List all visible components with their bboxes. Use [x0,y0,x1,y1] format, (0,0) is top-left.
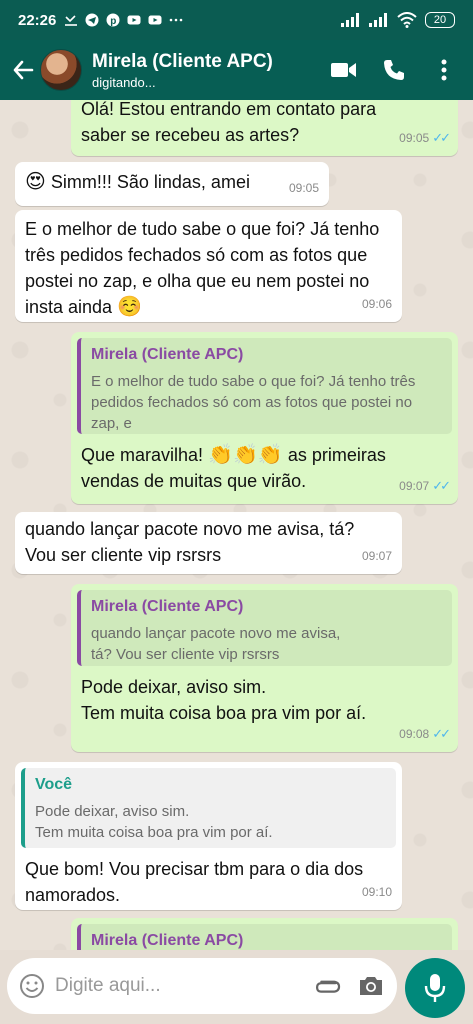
contact-info[interactable]: Mirela (Cliente APC) digitando... [92,51,273,90]
message-time: 09:06 [361,297,392,311]
double-check-icon: ✓✓ [432,726,451,741]
message-text: Que maravilha! [81,445,204,465]
quote-text-line-1: Pode deixar, aviso sim. [35,803,190,820]
contact-status: digitando... [92,74,156,90]
message-time: 09:05 ✓✓ [399,125,451,151]
message-text: Olá! Estou entrando em contato para sabe… [81,100,377,145]
video-call-icon[interactable] [331,57,357,83]
chat-header: Mirela (Cliente APC) digitando... [0,40,473,100]
mic-button[interactable] [405,958,465,1018]
message-time: 09:10 [361,885,392,899]
quote-text: E o melhor de tudo sabe o que foi? Já te… [91,373,416,432]
status-notification-icons: p [64,13,183,27]
signal-icon [341,13,359,27]
quoted-message[interactable]: Você Pode deixar, aviso sim. Tem muita c… [21,768,396,848]
quoted-message[interactable]: Mirela (Cliente APC) E o melhor de tudo … [77,338,452,434]
youtube-icon [127,15,141,25]
quoted-message[interactable]: Mirela (Cliente APC) quando lançar pacot… [77,590,452,666]
message-bubble-incoming[interactable]: 😍 Simm!!! São lindas, amei 09:05 [15,162,329,206]
more-notifications-icon [170,18,183,22]
attach-icon[interactable] [313,972,341,1000]
back-arrow-icon[interactable] [10,57,36,83]
wifi-icon [397,12,417,28]
status-time: 22:26 [18,11,57,29]
pinterest-icon: p [106,13,120,27]
message-bubble-incoming[interactable]: quando lançar pacote novo me avisa, tá? … [15,512,402,574]
missed-call-icon [65,15,78,26]
telegram-icon [85,13,99,27]
message-input-bar[interactable]: Digite aqui... [7,958,397,1014]
clapping-emoji: 👏👏👏 [208,444,283,466]
camera-icon[interactable] [357,973,385,999]
avatar[interactable] [40,49,82,91]
more-options-icon[interactable] [431,57,457,83]
message-bubble-outgoing[interactable]: Olá! Estou entrando em contato para sabe… [71,100,458,156]
emoji-icon[interactable] [19,973,45,999]
message-text: E o melhor de tudo sabe o que foi? Já te… [25,219,380,317]
quote-author: Mirela (Cliente APC) [91,598,244,615]
smiling-emoji: ☺️ [117,296,142,318]
quote-text-line-2: Tem muita coisa boa pra vim por aí. [35,824,273,841]
message-time: 09:08 ✓✓ [399,721,451,747]
message-bubble-outgoing[interactable]: Mirela (Cliente APC) quando lançar pacot… [71,584,458,752]
battery-icon: 20 [425,12,455,28]
message-bubble-outgoing[interactable]: Mirela (Cliente APC) E o melhor de tudo … [71,332,458,504]
quoted-message[interactable]: Mirela (Cliente APC) [77,924,452,950]
quote-text: quando lançar pacote novo me avisa, tá? … [91,625,341,663]
message-time: 09:07 [361,549,392,563]
message-bubble-incoming[interactable]: Você Pode deixar, aviso sim. Tem muita c… [15,762,402,910]
message-bubble-incoming[interactable]: E o melhor de tudo sabe o que foi? Já te… [15,210,402,322]
message-text: quando lançar pacote novo me avisa, tá? … [25,519,355,565]
double-check-icon: ✓✓ [432,130,451,145]
voice-call-icon[interactable] [381,57,407,83]
signal-icon-2 [369,13,387,27]
message-text: Simm!!! São lindas, amei [50,172,250,192]
quote-author: Mirela (Cliente APC) [91,346,244,363]
quote-author: Mirela (Cliente APC) [91,932,244,949]
message-text-line-2: Tem muita coisa boa pra vim por aí. [81,703,367,723]
message-input[interactable]: Digite aqui... [55,975,161,997]
heart-eyes-emoji: 😍 [25,171,46,193]
quote-author: Você [35,776,73,793]
status-bar: 22:26 p 20 [0,0,473,40]
youtube-icon-2 [148,15,162,25]
chat-area[interactable]: Olá! Estou entrando em contato para sabe… [0,100,473,950]
message-time: 09:05 [288,181,319,195]
double-check-icon: ✓✓ [432,478,451,493]
contact-name: Mirela (Cliente APC) [92,50,273,72]
svg-text:p: p [111,16,117,27]
message-text: Que bom! Vou precisar tbm para o dia dos… [25,859,364,905]
microphone-icon [424,974,446,1002]
message-text-line-1: Pode deixar, aviso sim. [81,677,267,697]
message-bubble-outgoing[interactable]: Mirela (Cliente APC) [71,918,458,950]
message-time: 09:07 ✓✓ [399,473,451,499]
